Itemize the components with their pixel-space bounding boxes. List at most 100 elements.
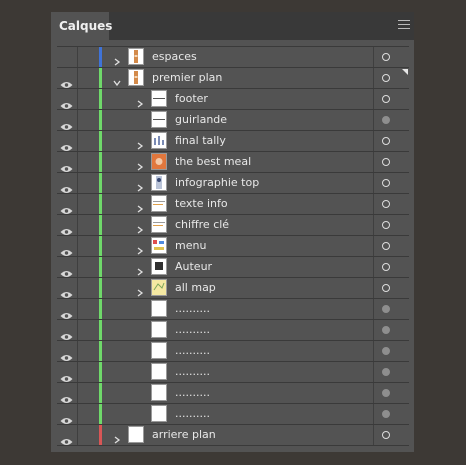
eye-icon[interactable]	[60, 137, 73, 151]
chevron-right-icon[interactable]	[112, 430, 122, 444]
layer-name[interactable]: arriere plan	[152, 425, 216, 445]
chevron-right-icon[interactable]	[135, 136, 145, 150]
eye-icon[interactable]	[60, 326, 73, 340]
target-circle-icon[interactable]	[382, 74, 390, 82]
chevron-right-icon[interactable]	[135, 262, 145, 276]
layer-name[interactable]: chiffre clé	[175, 215, 229, 235]
layer-name[interactable]: ..........	[175, 320, 210, 340]
eye-icon[interactable]	[60, 158, 73, 172]
chevron-right-icon[interactable]	[135, 157, 145, 171]
layer-name[interactable]: texte info	[175, 194, 228, 214]
column-divider	[373, 68, 374, 88]
target-circle-icon[interactable]	[382, 347, 390, 355]
layer-color-bar	[99, 320, 102, 340]
column-divider	[77, 278, 78, 298]
chevron-right-icon[interactable]	[112, 52, 122, 66]
target-circle-icon[interactable]	[382, 389, 390, 397]
eye-icon[interactable]	[60, 305, 73, 319]
eye-icon[interactable]	[60, 221, 73, 235]
layer-row[interactable]: ..........	[57, 362, 409, 383]
chevron-right-icon[interactable]	[135, 199, 145, 213]
layer-name[interactable]: ..........	[175, 362, 210, 382]
chevron-right-icon[interactable]	[135, 283, 145, 297]
chevron-down-icon[interactable]	[112, 73, 122, 87]
target-circle-icon[interactable]	[382, 368, 390, 376]
layer-name[interactable]: ..........	[175, 341, 210, 361]
eye-icon[interactable]	[60, 74, 73, 88]
layer-row[interactable]: all map	[57, 278, 409, 299]
layer-row[interactable]: final tally	[57, 131, 409, 152]
layer-name[interactable]: final tally	[175, 131, 226, 151]
layer-name[interactable]: espaces	[152, 47, 197, 67]
layer-row[interactable]: footer	[57, 89, 409, 110]
eye-icon[interactable]	[60, 284, 73, 298]
column-divider	[77, 383, 78, 403]
layer-row[interactable]: texte info	[57, 194, 409, 215]
target-circle-icon[interactable]	[382, 410, 390, 418]
target-circle-icon[interactable]	[382, 305, 390, 313]
layer-color-bar	[99, 257, 102, 277]
layer-row[interactable]: the best meal	[57, 152, 409, 173]
target-circle-icon[interactable]	[382, 158, 390, 166]
eye-icon[interactable]	[60, 242, 73, 256]
target-circle-icon[interactable]	[382, 116, 390, 124]
target-circle-icon[interactable]	[382, 431, 390, 439]
target-circle-icon[interactable]	[382, 284, 390, 292]
layer-color-bar	[99, 404, 102, 424]
layer-row[interactable]: Auteur	[57, 257, 409, 278]
layer-name[interactable]: menu	[175, 236, 206, 256]
target-circle-icon[interactable]	[382, 221, 390, 229]
column-divider	[77, 110, 78, 130]
layer-row[interactable]: ..........	[57, 320, 409, 341]
eye-icon[interactable]	[60, 431, 73, 445]
layer-row[interactable]: menu	[57, 236, 409, 257]
target-circle-icon[interactable]	[382, 263, 390, 271]
target-circle-icon[interactable]	[382, 53, 390, 61]
eye-icon[interactable]	[60, 347, 73, 361]
column-divider	[77, 68, 78, 88]
layer-row[interactable]: infographie top	[57, 173, 409, 194]
layer-name[interactable]: premier plan	[152, 68, 222, 88]
eye-icon[interactable]	[60, 410, 73, 424]
layer-row[interactable]: ..........	[57, 341, 409, 362]
layer-name[interactable]: guirlande	[175, 110, 227, 130]
layer-name[interactable]: ..........	[175, 299, 210, 319]
eye-icon[interactable]	[60, 368, 73, 382]
layer-row[interactable]: premier plan	[57, 68, 409, 89]
eye-icon[interactable]	[60, 263, 73, 277]
eye-icon[interactable]	[60, 200, 73, 214]
layer-name[interactable]: ..........	[175, 404, 210, 424]
tab-calques[interactable]: Calques	[51, 12, 112, 40]
target-circle-icon[interactable]	[382, 200, 390, 208]
target-circle-icon[interactable]	[382, 242, 390, 250]
chevron-right-icon[interactable]	[135, 241, 145, 255]
layer-row[interactable]: arriere plan	[57, 425, 409, 446]
target-circle-icon[interactable]	[382, 95, 390, 103]
layer-name[interactable]: Auteur	[175, 257, 212, 277]
chevron-right-icon[interactable]	[135, 178, 145, 192]
layer-name[interactable]: footer	[175, 89, 208, 109]
target-circle-icon[interactable]	[382, 326, 390, 334]
layer-row[interactable]: ..........	[57, 299, 409, 320]
layer-row[interactable]: chiffre clé	[57, 215, 409, 236]
eye-icon[interactable]	[60, 179, 73, 193]
column-divider	[373, 404, 374, 424]
layer-name[interactable]: all map	[175, 278, 216, 298]
layer-row[interactable]: ..........	[57, 404, 409, 425]
target-circle-icon[interactable]	[382, 179, 390, 187]
eye-icon[interactable]	[60, 389, 73, 403]
layer-name[interactable]: ..........	[175, 383, 210, 403]
layer-row[interactable]: guirlande	[57, 110, 409, 131]
eye-icon[interactable]	[60, 95, 73, 109]
chevron-right-icon[interactable]	[135, 94, 145, 108]
panel-menu-icon[interactable]	[398, 20, 410, 32]
layer-row[interactable]: espaces	[57, 46, 409, 68]
layer-name[interactable]: the best meal	[175, 152, 251, 172]
column-divider	[373, 299, 374, 319]
layer-row[interactable]: ..........	[57, 383, 409, 404]
layer-name[interactable]: infographie top	[175, 173, 259, 193]
target-circle-icon[interactable]	[382, 137, 390, 145]
column-divider	[373, 152, 374, 172]
eye-icon[interactable]	[60, 116, 73, 130]
chevron-right-icon[interactable]	[135, 220, 145, 234]
